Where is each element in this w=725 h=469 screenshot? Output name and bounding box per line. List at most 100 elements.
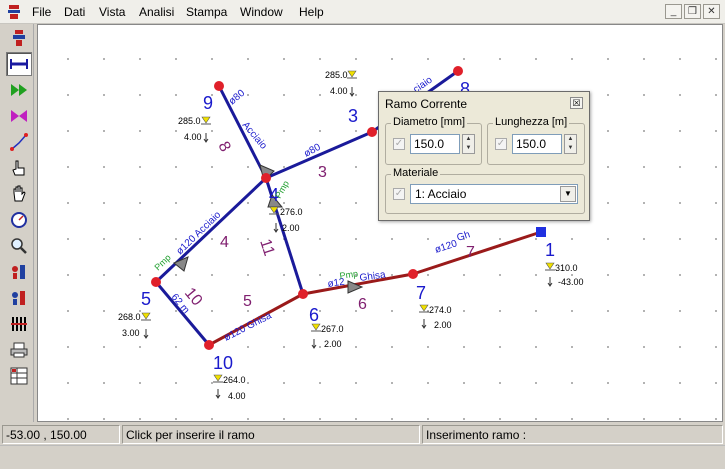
branch-label: 8 <box>214 139 233 155</box>
branch-label: 4 <box>220 234 229 251</box>
pipe-text: ø120 <box>434 238 459 256</box>
node-6[interactable] <box>298 289 308 299</box>
reservoir-icon <box>347 70 357 78</box>
elevation-value: 285.0 <box>325 70 348 80</box>
demand-value: 4.00 <box>330 86 348 96</box>
demand-arrow-icon <box>547 277 553 287</box>
status-coordinates: -53.00 , 150.00 <box>2 425 120 444</box>
diametro-checkbox[interactable]: ✓ <box>393 138 405 150</box>
pump-text: Pmp <box>273 179 291 200</box>
pipe-text: Gh <box>456 229 472 244</box>
line-tool[interactable] <box>6 130 32 154</box>
thermometer-2-icon <box>12 291 25 305</box>
app-logo-icon[interactable] <box>6 4 22 20</box>
node-4[interactable] <box>261 173 271 183</box>
node-label: 6 <box>309 305 319 325</box>
node-label: 9 <box>203 93 213 113</box>
menu-help[interactable]: Help <box>299 5 324 19</box>
node-9[interactable] <box>214 81 224 91</box>
color-tool-1[interactable] <box>6 260 32 284</box>
menu-analisi[interactable]: Analisi <box>139 5 174 19</box>
chevron-down-icon[interactable]: ▼ <box>560 186 576 202</box>
lunghezza-spinner[interactable]: ▲ ▼ <box>564 134 577 154</box>
elevation-value: 274.0 <box>429 305 452 315</box>
line-icon <box>10 133 28 151</box>
elevation-value: 264.0 <box>223 375 246 385</box>
lunghezza-checkbox[interactable]: ✓ <box>495 138 507 150</box>
diametro-spinner[interactable]: ▲ ▼ <box>462 134 475 154</box>
diametro-label: Diametro [mm] <box>391 116 468 128</box>
menu-file[interactable]: File <box>32 5 51 19</box>
hand-pan-icon <box>13 185 26 202</box>
select-node-tool[interactable] <box>6 26 32 50</box>
gauge-tool[interactable] <box>6 208 32 232</box>
table-tool[interactable] <box>6 364 32 388</box>
dialog-title: Ramo Corrente <box>385 97 468 111</box>
left-toolbar <box>4 24 34 422</box>
bars-icon <box>11 317 27 331</box>
diametro-group: Diametro [mm] ✓ 150.0 ▲ ▼ <box>385 116 482 165</box>
node-data-6: 267.0 2.00 <box>311 323 344 349</box>
pointer-hand-tool[interactable] <box>6 156 32 180</box>
ramo-corrente-dialog[interactable]: Ramo Corrente ☒ Diametro [mm] ✓ 150.0 ▲ ▼… <box>378 91 590 221</box>
gauge-icon <box>11 212 27 228</box>
demand-arrow-icon <box>311 339 317 349</box>
branch-label: 6 <box>358 296 367 313</box>
node-7[interactable] <box>408 269 418 279</box>
network-drawing[interactable]: 9 3 8 4 5 6 7 1 10 8 3 4 11 5 10 6 7 ø80… <box>38 25 723 422</box>
dialog-close-button[interactable]: ☒ <box>570 97 583 109</box>
demand-value: 2.00 <box>282 223 300 233</box>
close-button[interactable]: ✕ <box>703 4 720 19</box>
demand-arrow-icon <box>273 223 279 233</box>
bars-tool[interactable] <box>6 312 32 336</box>
node-label: 10 <box>213 353 233 373</box>
node-data-7: 274.0 2.00 <box>419 304 452 330</box>
materiale-checkbox[interactable]: ✓ <box>393 188 405 200</box>
menu-dati[interactable]: Dati <box>64 5 85 19</box>
menu-vista[interactable]: Vista <box>99 5 125 19</box>
node-5[interactable] <box>151 277 161 287</box>
elevation-value: 267.0 <box>321 324 344 334</box>
print-tool[interactable] <box>6 338 32 362</box>
demand-value: -43.00 <box>558 277 584 287</box>
lunghezza-group: Lunghezza [m] ✓ 150.0 ▲ ▼ <box>487 116 585 165</box>
branch-label: 11 <box>256 237 277 258</box>
pipe-4-5[interactable] <box>154 176 268 284</box>
demand-value: 4.00 <box>228 391 246 401</box>
table-icon <box>10 367 28 385</box>
minimize-button[interactable]: _ <box>665 4 682 19</box>
pipe-icon <box>10 59 28 69</box>
node-3[interactable] <box>367 127 377 137</box>
pipe-tool[interactable] <box>6 52 32 76</box>
menu-window[interactable]: Window <box>240 5 283 19</box>
node-8[interactable] <box>453 66 463 76</box>
pan-hand-tool[interactable] <box>6 182 32 206</box>
pump-text: Pmp <box>339 269 359 281</box>
restore-button[interactable]: ❒ <box>684 4 701 19</box>
network-canvas[interactable]: 9 3 8 4 5 6 7 1 10 8 3 4 11 5 10 6 7 ø80… <box>37 24 723 422</box>
demand-value: 4.00 <box>184 132 202 142</box>
demand-arrow-icon <box>203 133 209 143</box>
elevation-value: 268.0 <box>118 312 141 322</box>
node-data-4: 276.0 2.00 <box>269 206 303 233</box>
materiale-label: Materiale <box>391 167 441 179</box>
materiale-select[interactable]: 1: Acciaio ▼ <box>410 184 578 204</box>
pipe-7-1[interactable] <box>412 230 542 276</box>
diametro-input[interactable]: 150.0 <box>410 134 460 154</box>
node-data-9: 285.0 4.00 <box>178 116 211 143</box>
node-10[interactable] <box>204 340 214 350</box>
node-1-selected[interactable] <box>536 227 546 237</box>
demand-arrow-icon <box>215 389 221 399</box>
status-bar-lower <box>0 445 725 467</box>
demand-arrow-icon <box>349 87 355 97</box>
lunghezza-input[interactable]: 150.0 <box>512 134 562 154</box>
elevation-value: 310.0 <box>555 263 578 273</box>
color-tool-2[interactable] <box>6 286 32 310</box>
materiale-group: Materiale ✓ 1: Acciaio ▼ <box>385 167 585 214</box>
menu-stampa[interactable]: Stampa <box>186 5 227 19</box>
valve-tool[interactable] <box>6 104 32 128</box>
pipe-text: ø120 Acciaio <box>174 209 223 257</box>
play-tool[interactable] <box>6 78 32 102</box>
valve-icon <box>11 110 27 122</box>
zoom-tool[interactable] <box>6 234 32 258</box>
